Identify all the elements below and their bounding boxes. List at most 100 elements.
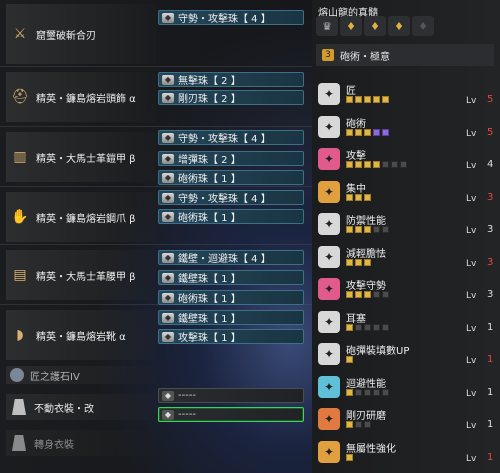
level-pip [382, 161, 389, 168]
skill-level-value: 1 [487, 419, 494, 430]
level-pip [373, 388, 380, 396]
decoration-slot[interactable]: ◆ 鐵壁珠【 1 】 [158, 270, 304, 285]
set-piece-icon: ♦ [364, 16, 386, 36]
skill-row[interactable]: ✦ 迴避性能 Lv 1 [316, 373, 496, 401]
skill-row[interactable]: ✦ 減輕膽怯 Lv 3 [316, 243, 496, 271]
level-pip [355, 128, 362, 136]
level-pip [346, 356, 353, 363]
mantle-row-2[interactable]: 轉身衣裝 [6, 430, 156, 456]
equipment-row[interactable]: ▤ 精英・大馬士革腰甲 β [6, 250, 156, 300]
decoration-slot-label: 守勢・攻擊珠【 4 】 [178, 134, 271, 145]
skill-icon: ✦ [318, 213, 340, 235]
charm-icon [10, 368, 24, 382]
decoration-slot-label: ----- [178, 409, 197, 420]
skill-level-pips [346, 356, 389, 363]
skill-row[interactable]: ✦ 集中 Lv 3 [316, 178, 496, 206]
decoration-gem-icon: ◆ [162, 12, 174, 23]
skill-row[interactable]: ✦ 攻擊 Lv 4 [316, 145, 496, 173]
decoration-gem-icon: ◆ [162, 211, 174, 222]
equipment-name: 精英・大馬士革腰甲 β [36, 271, 136, 283]
level-label: Lv [466, 388, 477, 399]
equipment-row[interactable]: ✋ 精英・鐮島熔岩鋼爪 β [6, 192, 156, 242]
level-pip [355, 291, 362, 298]
skill-icon: ✦ [318, 408, 340, 430]
mantle-row-1[interactable]: 不動衣裝・改 [6, 394, 156, 420]
level-pip [346, 258, 353, 266]
equipment-row[interactable]: ⛑ 精英・鐮島熔岩頭飾 α [6, 72, 156, 122]
level-pip [346, 388, 353, 396]
skill-icon: ✦ [318, 278, 340, 300]
mantle-icon [12, 435, 26, 451]
equipment-row[interactable]: ▥ 精英・大馬士革鎧甲 β [6, 132, 156, 182]
decoration-gem-icon: ◆ [162, 132, 174, 143]
level-pip [382, 388, 389, 396]
level-label: Lv [466, 323, 477, 334]
decoration-slot[interactable]: ◆ 鐵壁・迴避珠【 4 】 [158, 250, 304, 265]
level-label: Lv [466, 226, 477, 236]
weapon-icon: ⚔ [13, 26, 27, 42]
set-bonus-skill[interactable]: 3 砲術・極意 [316, 44, 494, 66]
level-pip [355, 388, 362, 396]
skill-level-value: 5 [487, 126, 494, 138]
level-pip [391, 161, 398, 168]
decoration-slot[interactable]: ◆ 剛刃珠【 2 】 [158, 90, 304, 105]
decoration-slot[interactable]: ◆ 守勢・攻擊珠【 4 】 [158, 190, 304, 205]
level-pip [382, 96, 389, 103]
skill-row[interactable]: ✦ 砲術 Lv 5 [316, 113, 496, 141]
level-pip [364, 128, 371, 136]
decoration-gem-icon: ◆ [162, 331, 174, 342]
skill-level-pips [346, 193, 389, 201]
skill-icon: ✦ [318, 245, 340, 268]
level-pip [373, 128, 380, 136]
level-pip [355, 323, 362, 331]
decoration-slot[interactable]: ◆ 鐵壁珠【 1 】 [158, 310, 304, 325]
skill-icon: ✦ [318, 115, 340, 138]
helmet-icon: ⛑ [11, 89, 29, 105]
skill-level-pips [346, 323, 389, 331]
skill-row[interactable]: ✦ 攻擊守勢 Lv 3 [316, 275, 496, 303]
decoration-slot[interactable]: ◆ ----- [158, 388, 304, 403]
skill-row[interactable]: ✦ 防禦性能 Lv 3 [316, 210, 496, 238]
decoration-slot[interactable]: ◆ 守勢・攻擊珠【 4 】 [158, 130, 304, 145]
level-pip [346, 453, 353, 461]
skill-level-value: 1 [487, 451, 494, 463]
equipment-row[interactable]: ⚔ 窟璽破斬合刃 [6, 4, 156, 64]
equipment-name: 精英・鐮島熔岩鋼爪 β [36, 213, 136, 225]
level-pip [382, 226, 389, 233]
skill-row[interactable]: ✦ 無屬性強化 Lv 1 [316, 438, 496, 466]
skill-icon: ✦ [318, 375, 340, 398]
level-label: Lv [466, 291, 477, 301]
level-label: Lv [466, 161, 477, 171]
equipment-row[interactable]: ◗ 精英・鐮島熔岩靴 α [6, 310, 156, 360]
level-pip [364, 388, 371, 396]
level-pip [346, 96, 353, 103]
level-label: Lv [466, 356, 477, 366]
decoration-gem-icon: ◆ [162, 312, 174, 323]
skill-row[interactable]: ✦ 砲彈裝填數UP Lv 1 [316, 340, 496, 368]
decoration-gem-icon: ◆ [162, 153, 174, 164]
decoration-slot[interactable]: ◆ 攻擊珠【 1 】 [158, 329, 304, 344]
decoration-slot-label: 鐵壁珠【 1 】 [178, 274, 241, 285]
level-pip [364, 226, 371, 233]
decoration-slot[interactable]: ◆ 無擊珠【 2 】 [158, 72, 304, 87]
decoration-gem-icon: ◆ [162, 252, 174, 263]
skill-row[interactable]: ✦ 匠 Lv 5 [316, 80, 496, 108]
decoration-slot[interactable]: ◆ ----- [158, 407, 304, 422]
skill-icon: ✦ [318, 343, 340, 365]
skill-level-value: 3 [487, 224, 494, 235]
decoration-slot-label: 砲術珠【 1 】 [178, 294, 241, 305]
decoration-slot[interactable]: ◆ 增彈珠【 2 】 [158, 151, 304, 166]
decoration-slot[interactable]: ◆ 砲術珠【 1 】 [158, 170, 304, 185]
skill-row[interactable]: ✦ 剛刃研磨 Lv 1 [316, 405, 496, 433]
decoration-slot[interactable]: ◆ 砲術珠【 1 】 [158, 209, 304, 224]
mantle-name: 轉身衣裝 [34, 439, 74, 451]
skill-level-value: 4 [487, 159, 494, 170]
skill-row[interactable]: ✦ 耳塞 Lv 1 [316, 308, 496, 336]
decoration-gem-icon: ◆ [162, 272, 174, 283]
mantle-icon [12, 399, 26, 415]
decoration-slot[interactable]: ◆ 守勢・攻擊珠【 4 】 [158, 10, 304, 25]
decoration-slot[interactable]: ◆ 砲術珠【 1 】 [158, 290, 304, 305]
skill-level-value: 1 [487, 321, 494, 333]
charm-row[interactable]: 匠之護石IV [6, 366, 156, 384]
skill-name: 砲彈裝填數UP [346, 346, 410, 357]
